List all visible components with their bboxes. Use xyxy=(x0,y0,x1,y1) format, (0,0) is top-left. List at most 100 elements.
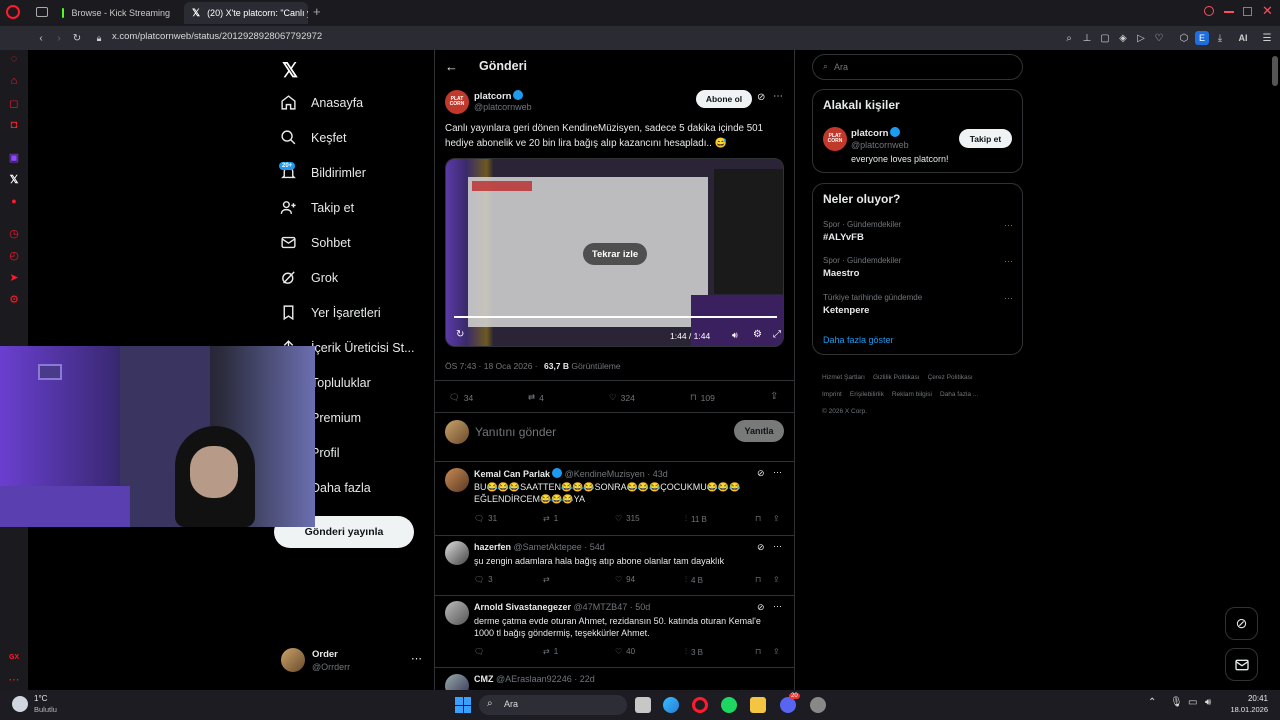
reply-likes[interactable]: ♡ 40 xyxy=(615,647,635,656)
tray-chevron-icon[interactable]: ⌃ xyxy=(1148,697,1156,708)
trend-menu-icon[interactable]: ⋯ xyxy=(1004,256,1013,267)
share-button[interactable]: ⇪ xyxy=(770,391,778,402)
video-progress-bar[interactable] xyxy=(454,316,777,318)
maximize-icon[interactable] xyxy=(1243,7,1252,16)
footer-link[interactable]: Gizlilik Politikası xyxy=(873,374,920,381)
clock-icon[interactable]: ◴ xyxy=(7,248,21,262)
post-menu-icon[interactable]: ⋯ xyxy=(773,91,783,102)
heart-icon[interactable]: ♡ xyxy=(1152,31,1166,45)
footer-link[interactable]: Daha fazla ... xyxy=(940,391,978,398)
follow-button[interactable]: Takip et xyxy=(959,129,1012,148)
reply-reposts[interactable]: ⇄ xyxy=(543,575,550,584)
reply-bookmark[interactable]: ⊓ xyxy=(755,647,761,656)
aria-ai-icon[interactable]: AI xyxy=(1233,31,1253,45)
forward-icon[interactable]: › xyxy=(52,31,66,45)
reply-share[interactable]: ⇪ xyxy=(773,647,780,656)
author-name-row[interactable]: platcorn xyxy=(474,90,524,102)
like-button[interactable]: ♡ 324 xyxy=(609,392,635,403)
send-icon[interactable]: ➤ xyxy=(7,270,21,284)
grok-icon[interactable]: ⊘ xyxy=(757,602,765,613)
trend-menu-icon[interactable]: ⋯ xyxy=(1004,220,1013,231)
task-view-icon[interactable] xyxy=(635,697,651,713)
play-icon[interactable]: ▷ xyxy=(1134,31,1148,45)
reply-bookmark[interactable]: ⊓ xyxy=(755,575,761,584)
scrollbar-thumb[interactable] xyxy=(1272,56,1278,86)
discord-icon[interactable] xyxy=(780,697,796,713)
reply-avatar[interactable] xyxy=(445,468,469,492)
nav-explore[interactable]: Keşfet xyxy=(280,129,346,146)
subscribe-button[interactable]: Abone ol xyxy=(696,90,752,108)
extensions-icon[interactable]: ⬡ xyxy=(1177,31,1191,45)
reply-menu-icon[interactable]: ⋯ xyxy=(773,467,782,478)
messenger-icon[interactable]: ◻ xyxy=(7,96,21,110)
url-field[interactable]: x.com/platcornweb/status/201292892806779… xyxy=(112,31,322,42)
snapshot-icon[interactable]: ▢ xyxy=(1098,31,1112,45)
zoom-icon[interactable]: ⌕ xyxy=(1062,31,1076,45)
nav-home[interactable]: Anasayfa xyxy=(280,94,363,111)
gx-icon[interactable]: GX xyxy=(7,650,21,664)
volume-icon[interactable]: 🔊︎ xyxy=(732,330,738,341)
grok-icon[interactable]: ⊘ xyxy=(757,542,765,553)
reply-item[interactable]: Kemal Can Parlak @KendineMuzisyen · 43d … xyxy=(435,461,794,535)
twitch-icon[interactable]: ▣ xyxy=(7,150,21,164)
grok-icon[interactable]: ⊘ xyxy=(757,468,765,479)
reply-button[interactable]: Yanıtla xyxy=(734,420,784,442)
reply-avatar[interactable] xyxy=(445,541,469,565)
reply-replies[interactable]: 🗨︎ 31 xyxy=(474,514,497,523)
search-tabs-icon[interactable] xyxy=(1204,6,1214,16)
fullscreen-icon[interactable]: ⤢ xyxy=(773,329,781,340)
settings-icon[interactable]: ⚙ xyxy=(7,292,21,306)
edge-icon[interactable] xyxy=(663,697,679,713)
search-input[interactable]: Ara xyxy=(834,62,848,72)
footer-link[interactable]: Reklam bilgisi xyxy=(892,391,932,398)
nav-grok[interactable]: Grok xyxy=(280,269,338,286)
account-avatar[interactable] xyxy=(281,648,305,672)
windows-start-icon[interactable] xyxy=(455,697,471,713)
author-avatar[interactable]: PLAT CORN xyxy=(445,90,469,114)
repost-button[interactable]: ⇄ 4 xyxy=(528,392,544,403)
music-icon[interactable]: ● xyxy=(7,194,21,208)
reply-share[interactable]: ⇪ xyxy=(773,575,780,584)
file-explorer-icon[interactable] xyxy=(750,697,766,713)
reply-item[interactable]: CMZ @AEraslaan92246 · 22d xyxy=(435,667,794,690)
show-more-link[interactable]: Daha fazla göster xyxy=(823,335,894,345)
reply-item[interactable]: Arnold Sivastanegezer @47MTZB47 · 50d ⊘ … xyxy=(435,595,794,667)
x-sidebar-icon[interactable]: 𝕏 xyxy=(7,172,21,186)
reply-views[interactable]: ⫶ 4 B xyxy=(685,575,703,585)
clock-date[interactable]: 18.01.2026 xyxy=(1222,705,1268,714)
back-arrow-icon[interactable]: ← xyxy=(445,59,458,74)
reply-input[interactable]: Yanıtını gönder xyxy=(475,425,556,439)
replay-button[interactable]: Tekrar izle xyxy=(583,243,647,265)
reply-share[interactable]: ⇪ xyxy=(773,514,780,523)
nav-bookmarks[interactable]: Yer İşaretleri xyxy=(280,304,381,321)
reply-replies[interactable]: 🗨︎ 3 xyxy=(474,575,493,584)
opera-logo-icon[interactable] xyxy=(6,5,20,19)
reply-bookmark[interactable]: ⊓ xyxy=(755,514,761,523)
profile-icon[interactable]: E xyxy=(1195,31,1209,45)
x-logo-icon[interactable]: 𝕏 xyxy=(282,58,298,83)
video-player[interactable]: Tekrar izle ↻ 1:44 / 1:44 🔊︎ ⚙ ⤢ xyxy=(445,158,784,347)
reply-reposts[interactable]: ⇄ 1 xyxy=(543,514,558,523)
aria-icon[interactable]: ◌ xyxy=(7,52,21,66)
tab-x-post[interactable]: 𝕏 (20) X'te platcorn: "Canlı y xyxy=(184,2,308,24)
footer-link[interactable]: Erişilebilirlik xyxy=(850,391,884,398)
more-icon[interactable]: ⋯ xyxy=(7,672,21,686)
reply-likes[interactable]: ♡ 315 xyxy=(615,514,640,523)
reply-avatar[interactable] xyxy=(445,601,469,625)
microphone-icon[interactable]: 🎙︎ xyxy=(1170,697,1183,708)
shopping-icon[interactable]: ⌂ xyxy=(7,74,21,88)
new-tab-icon[interactable]: + xyxy=(313,5,321,19)
reply-reposts[interactable]: ⇄ 1 xyxy=(543,647,558,656)
reply-views[interactable]: ⫶ 11 B xyxy=(685,514,707,524)
grok-explain-icon[interactable]: ⊘ xyxy=(757,92,765,103)
footer-link[interactable]: Hizmet Şartları xyxy=(822,374,865,381)
instagram-icon[interactable]: ◘ xyxy=(7,118,21,132)
nav-follow[interactable]: Takip et xyxy=(280,199,354,216)
pin-icon[interactable]: ⊥ xyxy=(1080,31,1094,45)
workspaces-icon[interactable] xyxy=(36,7,48,17)
menu-icon[interactable]: ☰ xyxy=(1260,31,1274,45)
reply-count-button[interactable]: 🗨︎ 34 xyxy=(449,392,473,403)
author-handle[interactable]: @platcornweb xyxy=(474,102,532,112)
reload-icon[interactable]: ↻ xyxy=(70,31,84,45)
reply-menu-icon[interactable]: ⋯ xyxy=(773,601,782,612)
